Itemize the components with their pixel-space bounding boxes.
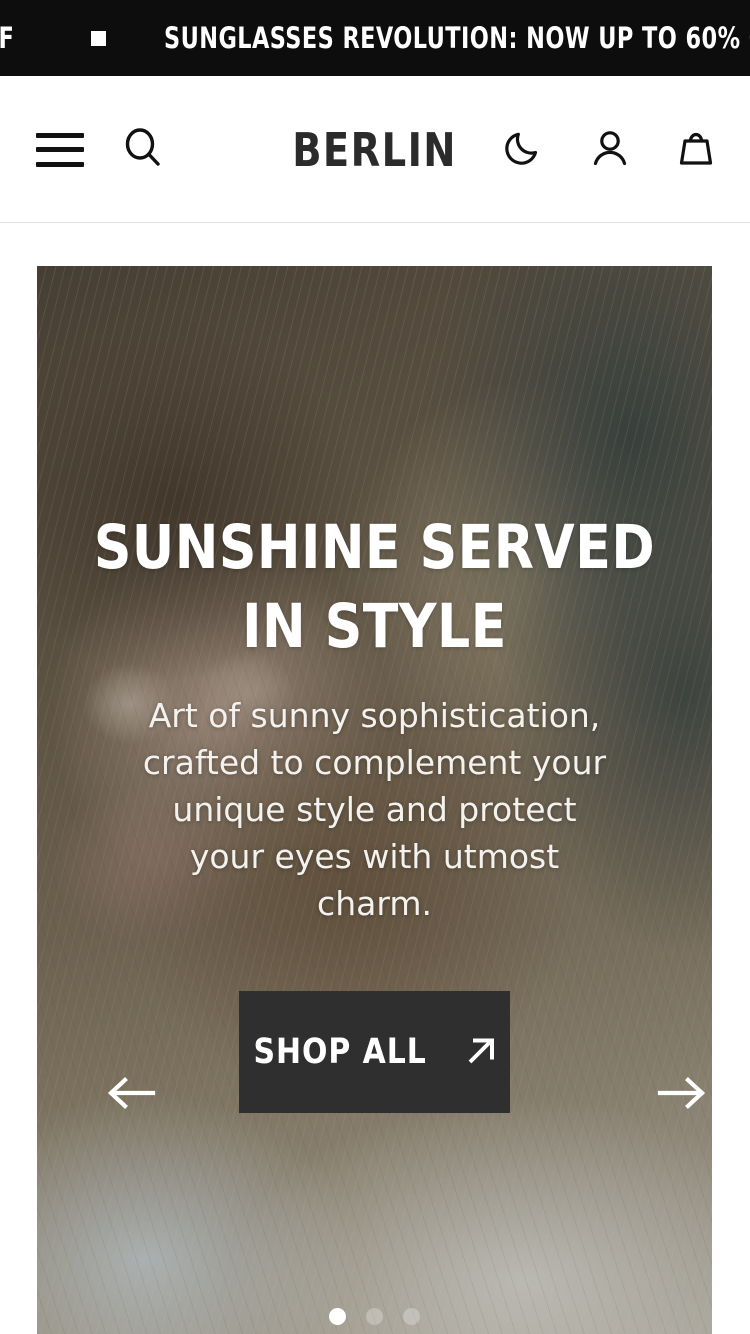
site-header: BERLIN (0, 76, 750, 223)
announcement-text-1: 60% OFF (0, 21, 15, 55)
shop-all-button[interactable]: SHOP ALL (239, 991, 510, 1113)
search-icon (120, 125, 166, 174)
hero-slider: SUNSHINE SERVED IN STYLE Art of sunny so… (37, 266, 712, 1334)
menu-button[interactable] (36, 132, 84, 167)
slider-prev-button[interactable] (103, 1071, 159, 1117)
brand-logo-text[interactable]: BERLIN (293, 123, 458, 177)
hero-content: SUNSHINE SERVED IN STYLE Art of sunny so… (37, 266, 712, 1113)
shopping-bag-icon (674, 126, 718, 173)
slider-next-button[interactable] (654, 1071, 710, 1117)
theme-toggle-button[interactable] (502, 126, 546, 173)
cart-button[interactable] (674, 126, 718, 173)
arrow-up-right-icon (462, 1032, 500, 1073)
moon-icon (502, 126, 546, 173)
slider-dots (37, 1308, 712, 1325)
hero-subtext: Art of sunny sophistication, crafted to … (142, 696, 607, 923)
account-button[interactable] (588, 126, 632, 173)
shop-all-label: SHOP ALL (253, 1032, 428, 1072)
announcement-separator-icon (90, 30, 106, 46)
hamburger-icon (36, 132, 84, 167)
announcement-marquee: 60% OFF SUNGLASSES REVOLUTION: NOW UP TO… (0, 0, 750, 76)
header-right-actions (502, 76, 718, 223)
user-icon (588, 126, 632, 173)
announcement-bar: 60% OFF SUNGLASSES REVOLUTION: NOW UP TO… (0, 0, 750, 76)
slider-dot-2[interactable] (366, 1308, 383, 1325)
arrow-right-icon (656, 1072, 708, 1117)
header-left-actions (36, 76, 166, 223)
slider-dot-1[interactable] (329, 1308, 346, 1325)
arrow-left-icon (105, 1072, 157, 1117)
search-button[interactable] (120, 125, 166, 174)
hero-heading: SUNSHINE SERVED IN STYLE (93, 512, 656, 662)
slider-dot-3[interactable] (403, 1308, 420, 1325)
announcement-text-2: SUNGLASSES REVOLUTION: NOW UP TO 60% OFF (163, 21, 750, 55)
